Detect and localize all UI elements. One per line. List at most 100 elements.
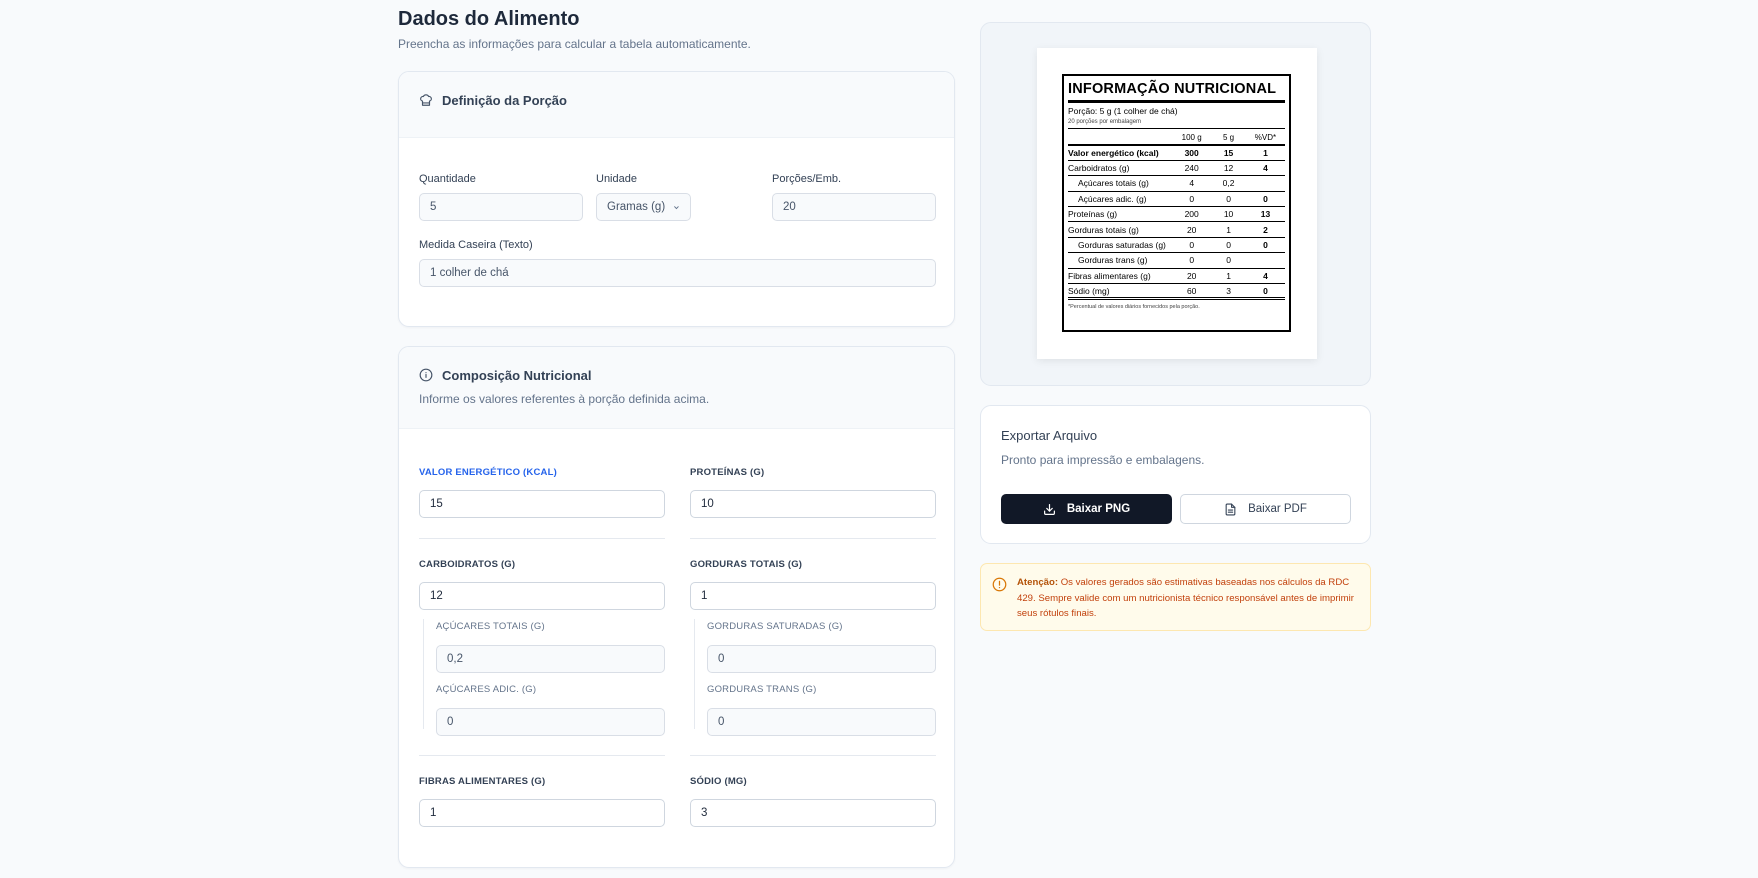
nutrition-label-porcoes: 20 porções por embalagem bbox=[1068, 119, 1142, 125]
row-name: Sódio (mg) bbox=[1068, 283, 1173, 301]
row-name: Gorduras saturadas (g) bbox=[1068, 237, 1173, 254]
download-png-button[interactable]: Baixar PNG bbox=[1001, 494, 1172, 524]
info-icon bbox=[419, 368, 433, 382]
nutrition-label-footnote: *Percentual de valores diários fornecido… bbox=[1068, 304, 1200, 311]
file-text-icon bbox=[1225, 503, 1236, 515]
sodio-label: SÓDIO (MG) bbox=[690, 776, 747, 787]
divider bbox=[419, 755, 665, 756]
gorduras-input[interactable]: 1 bbox=[690, 582, 936, 610]
nutrition-table-header: 100 g 5 g %VD* bbox=[1068, 131, 1285, 146]
row-porcao: 12 bbox=[1211, 160, 1246, 177]
sub-field-rule bbox=[423, 619, 424, 729]
warning-text: Atenção: Os valores gerados são estimati… bbox=[1017, 575, 1362, 622]
porcao-card-header: Definição da Porção bbox=[399, 72, 954, 138]
acucares-totais-label: AÇÚCARES TOTAIS (G) bbox=[436, 621, 545, 632]
export-title: Exportar Arquivo bbox=[1001, 428, 1098, 443]
header-cell: 100 g bbox=[1172, 131, 1212, 146]
row-name: Açúcares adic. (g) bbox=[1068, 191, 1173, 208]
row-porcao: 0,2 bbox=[1211, 175, 1246, 192]
porcoes-label: Porções/Emb. bbox=[772, 173, 842, 185]
header-cell: 5 g bbox=[1211, 131, 1246, 146]
composicao-card-header: Composição Nutricional Informe os valore… bbox=[399, 347, 954, 429]
divider bbox=[419, 538, 665, 539]
acucares-adic-input[interactable]: 0 bbox=[436, 708, 665, 736]
row-name: Proteínas (g) bbox=[1068, 206, 1173, 223]
table-row: Gorduras totais (g) 20 1 2 bbox=[1068, 221, 1285, 238]
gorduras-label: GORDURAS TOTAIS (G) bbox=[690, 559, 803, 570]
row-100g: 0 bbox=[1172, 252, 1212, 269]
acucares-adic-label: AÇÚCARES ADIC. (G) bbox=[436, 684, 537, 695]
row-100g: 300 bbox=[1172, 145, 1212, 161]
download-pdf-button[interactable]: Baixar PDF bbox=[1180, 494, 1351, 524]
header-cell: %VD* bbox=[1245, 131, 1285, 146]
carboidratos-label: CARBOIDRATOS (G) bbox=[419, 559, 516, 570]
proteinas-input[interactable]: 10 bbox=[690, 490, 936, 518]
row-name: Carboidratos (g) bbox=[1068, 160, 1173, 177]
warning-body: Os valores gerados são estimativas basea… bbox=[1017, 577, 1354, 619]
composicao-title: Composição Nutricional bbox=[442, 368, 592, 383]
row-porcao: 10 bbox=[1211, 206, 1246, 223]
row-vd: 2 bbox=[1245, 221, 1285, 238]
label-paper: INFORMAÇÃO NUTRICIONAL Porção: 5 g (1 co… bbox=[1037, 48, 1317, 359]
nutrition-label-title: INFORMAÇÃO NUTRICIONAL bbox=[1068, 81, 1277, 97]
nutrition-label: INFORMAÇÃO NUTRICIONAL Porção: 5 g (1 co… bbox=[1062, 74, 1291, 332]
energia-label: VALOR ENERGÉTICO (KCAL) bbox=[419, 467, 557, 478]
row-vd: 4 bbox=[1245, 268, 1285, 285]
sodio-input[interactable]: 3 bbox=[690, 799, 936, 827]
row-name: Açúcares totais (g) bbox=[1068, 175, 1173, 192]
unidade-select[interactable]: Gramas (g) bbox=[596, 193, 691, 221]
row-porcao: 1 bbox=[1211, 268, 1246, 285]
row-name: Fibras alimentares (g) bbox=[1068, 268, 1173, 285]
label-preview-panel: INFORMAÇÃO NUTRICIONAL Porção: 5 g (1 co… bbox=[980, 22, 1371, 386]
row-porcao: 1 bbox=[1211, 221, 1246, 238]
row-vd: 1 bbox=[1245, 145, 1285, 161]
row-vd: 4 bbox=[1245, 160, 1285, 177]
row-100g: 20 bbox=[1172, 221, 1212, 238]
fibras-input[interactable]: 1 bbox=[419, 799, 665, 827]
divider bbox=[690, 538, 936, 539]
row-100g: 60 bbox=[1172, 283, 1212, 301]
row-vd: 0 bbox=[1245, 237, 1285, 254]
row-name: Gorduras trans (g) bbox=[1068, 252, 1173, 269]
carboidratos-input[interactable]: 12 bbox=[419, 582, 665, 610]
row-porcao: 0 bbox=[1211, 191, 1246, 208]
quantidade-input[interactable]: 5 bbox=[419, 193, 583, 221]
row-100g: 20 bbox=[1172, 268, 1212, 285]
gord-sat-label: GORDURAS SATURADAS (G) bbox=[707, 621, 843, 632]
nutrition-label-porcao: Porção: 5 g (1 colher de chá) bbox=[1068, 106, 1178, 116]
divider bbox=[1068, 100, 1285, 103]
row-vd bbox=[1245, 175, 1285, 192]
medida-label: Medida Caseira (Texto) bbox=[419, 239, 533, 251]
header-cell bbox=[1068, 131, 1173, 146]
page-title: Dados do Alimento bbox=[398, 8, 580, 30]
composicao-description: Informe os valores referentes à porção d… bbox=[419, 392, 710, 406]
table-row: Sódio (mg) 60 3 0 bbox=[1068, 283, 1285, 301]
row-vd: 13 bbox=[1245, 206, 1285, 223]
row-name: Gorduras totais (g) bbox=[1068, 221, 1173, 238]
unidade-label: Unidade bbox=[596, 173, 637, 185]
energia-input[interactable]: 15 bbox=[419, 490, 665, 518]
table-row: Açúcares adic. (g) 0 0 0 bbox=[1068, 191, 1285, 208]
medida-input[interactable]: 1 colher de chá bbox=[419, 259, 936, 287]
page-subtitle: Preencha as informações para calcular a … bbox=[398, 37, 751, 51]
warning-alert: Atenção: Os valores gerados são estimati… bbox=[980, 563, 1371, 631]
gord-sat-input[interactable]: 0 bbox=[707, 645, 936, 673]
nutrition-table: 100 g 5 g %VD* Valor energético (kcal) 3… bbox=[1068, 131, 1285, 301]
porcoes-input[interactable]: 20 bbox=[772, 193, 936, 221]
row-100g: 0 bbox=[1172, 191, 1212, 208]
row-porcao: 15 bbox=[1211, 145, 1246, 161]
porcao-title: Definição da Porção bbox=[442, 93, 567, 108]
table-row: Gorduras saturadas (g) 0 0 0 bbox=[1068, 237, 1285, 254]
table-row: Gorduras trans (g) 0 0 bbox=[1068, 252, 1285, 269]
composicao-card: Composição Nutricional Informe os valore… bbox=[398, 346, 955, 868]
acucares-totais-input[interactable]: 0,2 bbox=[436, 645, 665, 673]
table-row: Carboidratos (g) 240 12 4 bbox=[1068, 160, 1285, 177]
row-100g: 240 bbox=[1172, 160, 1212, 177]
table-row: Proteínas (g) 200 10 13 bbox=[1068, 206, 1285, 223]
row-vd: 0 bbox=[1245, 283, 1285, 301]
alert-circle-icon bbox=[992, 577, 1007, 592]
row-porcao: 0 bbox=[1211, 252, 1246, 269]
export-card: Exportar Arquivo Pronto para impressão e… bbox=[980, 405, 1371, 544]
quantidade-label: Quantidade bbox=[419, 173, 476, 185]
gord-trans-input[interactable]: 0 bbox=[707, 708, 936, 736]
